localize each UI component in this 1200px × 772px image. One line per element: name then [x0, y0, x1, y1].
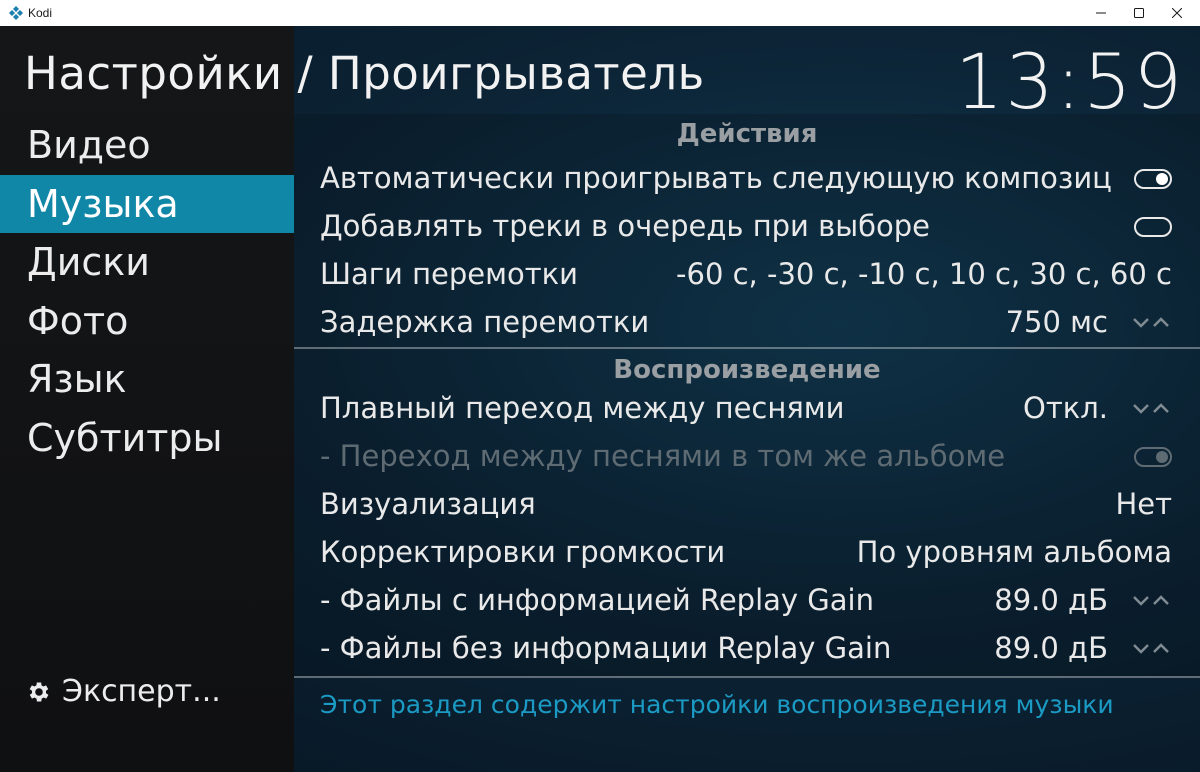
settings-panel: Действия Автоматически проигрывать следу…	[294, 114, 1200, 772]
sidebar-item-discs[interactable]: Диски	[0, 233, 294, 292]
setting-volume-adjustments[interactable]: Корректировки громкости По уровням альбо…	[294, 528, 1200, 576]
sidebar-nav: Видео Музыка Диски Фото Язык Субтитры	[0, 116, 294, 467]
toggle-switch[interactable]	[1134, 169, 1172, 189]
setting-label: Визуализация	[320, 487, 536, 521]
setting-label: - Файлы с информацией Replay Gain	[320, 583, 874, 617]
setting-crossfade[interactable]: Плавный переход между песнями Откл.	[294, 384, 1200, 432]
setting-queue-on-select[interactable]: Добавлять треки в очередь при выборе	[294, 202, 1200, 250]
chevron-down-up-icon[interactable]	[1132, 590, 1172, 610]
setting-seek-steps[interactable]: Шаги перемотки -60 с, -30 с, -10 с, 10 с…	[294, 250, 1200, 298]
window-title: Kodi	[28, 6, 53, 20]
chevron-down-up-icon[interactable]	[1132, 398, 1172, 418]
kodi-content: Настройки / Проигрыватель 13:59 Видео Му…	[0, 26, 1200, 772]
sidebar-item-music[interactable]: Музыка	[0, 174, 294, 233]
setting-visualization[interactable]: Визуализация Нет	[294, 480, 1200, 528]
setting-autoplay-next[interactable]: Автоматически проигрывать следующую комп…	[294, 154, 1200, 202]
setting-label: Автоматически проигрывать следующую комп…	[320, 161, 1112, 195]
expert-label: Эксперт...	[62, 674, 221, 709]
close-icon	[1172, 8, 1182, 18]
setting-label: - Файлы без информации Replay Gain	[320, 631, 892, 665]
setting-replaygain-files[interactable]: - Файлы с информацией Replay Gain 89.0 д…	[294, 576, 1200, 624]
sidebar-item-video[interactable]: Видео	[0, 116, 294, 175]
panel-bottom-divider	[294, 676, 1200, 678]
maximize-icon	[1134, 8, 1144, 18]
window-titlebar[interactable]: Kodi	[0, 0, 1200, 26]
setting-label: Корректировки громкости	[320, 535, 726, 569]
sidebar-item-photo[interactable]: Фото	[0, 292, 294, 351]
setting-value: 89.0 дБ	[994, 583, 1108, 617]
setting-value: -60 с, -30 с, -10 с, 10 с, 30 с, 60 с	[676, 257, 1172, 291]
sidebar-item-language[interactable]: Язык	[0, 350, 294, 409]
sidebar-item-subtitles[interactable]: Субтитры	[0, 409, 294, 468]
toggle-switch[interactable]	[1134, 217, 1172, 237]
setting-label: Плавный переход между песнями	[320, 391, 845, 425]
setting-value: Нет	[1115, 487, 1172, 521]
kodi-logo-icon	[9, 6, 23, 20]
setting-value: 750 мс	[1005, 305, 1108, 339]
close-button[interactable]	[1154, 0, 1200, 26]
gear-icon	[29, 682, 49, 702]
setting-label: Задержка перемотки	[320, 305, 650, 339]
setting-description: Этот раздел содержит настройки воспроизв…	[320, 690, 1114, 719]
chevron-down-up-icon[interactable]	[1132, 312, 1172, 332]
setting-value: 89.0 дБ	[994, 631, 1108, 665]
setting-value: По уровням альбома	[856, 535, 1172, 569]
setting-value: Откл.	[1023, 391, 1108, 425]
page-title: Настройки / Проигрыватель	[24, 47, 705, 100]
clock: 13:59	[954, 37, 1184, 126]
setting-label: Добавлять треки в очередь при выборе	[320, 209, 930, 243]
chevron-down-up-icon[interactable]	[1132, 638, 1172, 658]
setting-seek-delay[interactable]: Задержка перемотки 750 мс	[294, 298, 1200, 346]
kodi-window: Kodi Настройки / Проигрыватель 13:59 Вид…	[0, 0, 1200, 772]
section-header-actions: Действия	[676, 119, 818, 149]
setting-label: Шаги перемотки	[320, 257, 579, 291]
setting-no-replaygain-files[interactable]: - Файлы без информации Replay Gain 89.0 …	[294, 624, 1200, 672]
setting-label: - Переход между песнями в том же альбоме	[320, 439, 1006, 473]
minimize-icon	[1096, 12, 1106, 14]
section-divider	[294, 347, 1200, 349]
toggle-switch	[1134, 447, 1172, 467]
expert-level-button[interactable]: Эксперт...	[26, 672, 221, 712]
setting-crossfade-same-album: - Переход между песнями в том же альбоме	[294, 432, 1200, 480]
